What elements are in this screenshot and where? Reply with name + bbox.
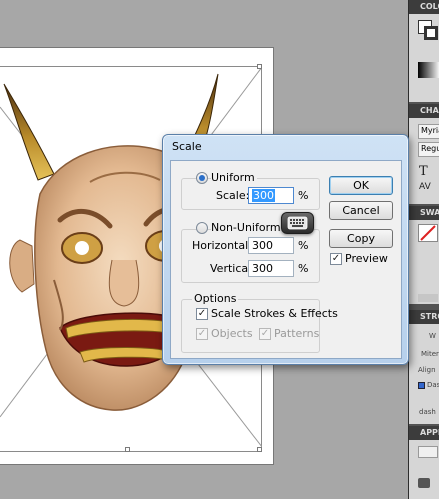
swatch-footer-icons[interactable] xyxy=(418,294,438,302)
cancel-button[interactable]: Cancel xyxy=(329,201,393,220)
preview-checkbox[interactable]: ✓ xyxy=(330,253,342,265)
swatch-none[interactable] xyxy=(418,224,438,242)
appearance-panel-tab[interactable]: APPE xyxy=(409,426,439,440)
stroke-panel: W Miter Align Das dash xyxy=(409,324,439,424)
character-panel: Myria Regu T AV xyxy=(409,118,439,204)
keyboard-glyph xyxy=(287,216,308,230)
vertical-unit: % xyxy=(298,262,309,275)
align-label: Align xyxy=(418,366,436,374)
scale-strokes-label: Scale Strokes & Effects xyxy=(211,307,338,320)
bbox-handle-top-right[interactable] xyxy=(257,64,262,69)
scale-input[interactable]: 300 xyxy=(248,187,294,204)
stroke-weight-label: W xyxy=(429,332,436,340)
dialog-body: Uniform Scale: 300 % Non-Uniform Horizon… xyxy=(170,160,402,359)
dashed-line-checkbox[interactable] xyxy=(418,382,425,389)
scale-dialog: Scale Uniform Scale: 300 % Non-Uniform H… xyxy=(162,134,409,365)
copy-button[interactable]: Copy xyxy=(329,229,393,248)
options-label: Options xyxy=(192,292,239,305)
uniform-label: Uniform xyxy=(211,171,257,184)
bbox-handle-bottom-right[interactable] xyxy=(257,447,262,452)
horizontal-unit: % xyxy=(298,239,309,252)
font-size-icon: T xyxy=(419,164,428,179)
appearance-panel xyxy=(409,440,439,499)
color-ramp[interactable] xyxy=(418,62,439,78)
dash-label: dash xyxy=(419,408,436,416)
swatches-panel xyxy=(409,220,439,304)
stroke-swatch-icon[interactable] xyxy=(424,26,438,40)
font-style-field[interactable]: Regu xyxy=(418,142,439,157)
ok-button[interactable]: OK xyxy=(329,176,393,195)
objects-checkbox[interactable]: ✓ xyxy=(196,328,208,340)
red-slash-icon xyxy=(420,225,436,241)
patterns-checkbox[interactable]: ✓ xyxy=(259,328,271,340)
font-family-field[interactable]: Myria xyxy=(418,124,439,139)
character-panel-tab[interactable]: CHA xyxy=(409,104,439,118)
stroke-panel-tab[interactable]: STRO xyxy=(409,310,439,324)
color-panel xyxy=(409,14,439,102)
color-panel-tab[interactable]: COLO xyxy=(409,0,439,14)
dialog-title: Scale xyxy=(172,140,202,153)
scale-strokes-checkbox[interactable]: ✓ xyxy=(196,308,208,320)
uniform-radio[interactable] xyxy=(196,172,208,184)
appearance-row[interactable] xyxy=(418,446,438,458)
non-uniform-radio[interactable] xyxy=(196,222,208,234)
miter-label: Miter xyxy=(421,350,439,358)
keyboard-icon[interactable] xyxy=(281,212,314,234)
appearance-footer-icon[interactable] xyxy=(418,478,430,488)
panel-dock: COLO CHA Myria Regu T AV SWA STRO W Mite… xyxy=(408,0,439,499)
scale-label: Scale: xyxy=(216,189,250,202)
horizontal-input[interactable]: 300 xyxy=(248,237,294,254)
bbox-handle-bottom-center[interactable] xyxy=(125,447,130,452)
swatches-panel-tab[interactable]: SWA xyxy=(409,206,439,220)
objects-label: Objects xyxy=(211,327,253,340)
patterns-label: Patterns xyxy=(274,327,320,340)
scale-unit: % xyxy=(298,189,309,202)
vertical-input[interactable]: 300 xyxy=(248,260,294,277)
non-uniform-label: Non-Uniform xyxy=(211,221,283,234)
preview-label: Preview xyxy=(345,252,388,265)
kerning-icon: AV xyxy=(419,182,431,192)
horizontal-label: Horizontal: xyxy=(192,239,252,252)
dashed-line-label: Das xyxy=(427,381,439,389)
